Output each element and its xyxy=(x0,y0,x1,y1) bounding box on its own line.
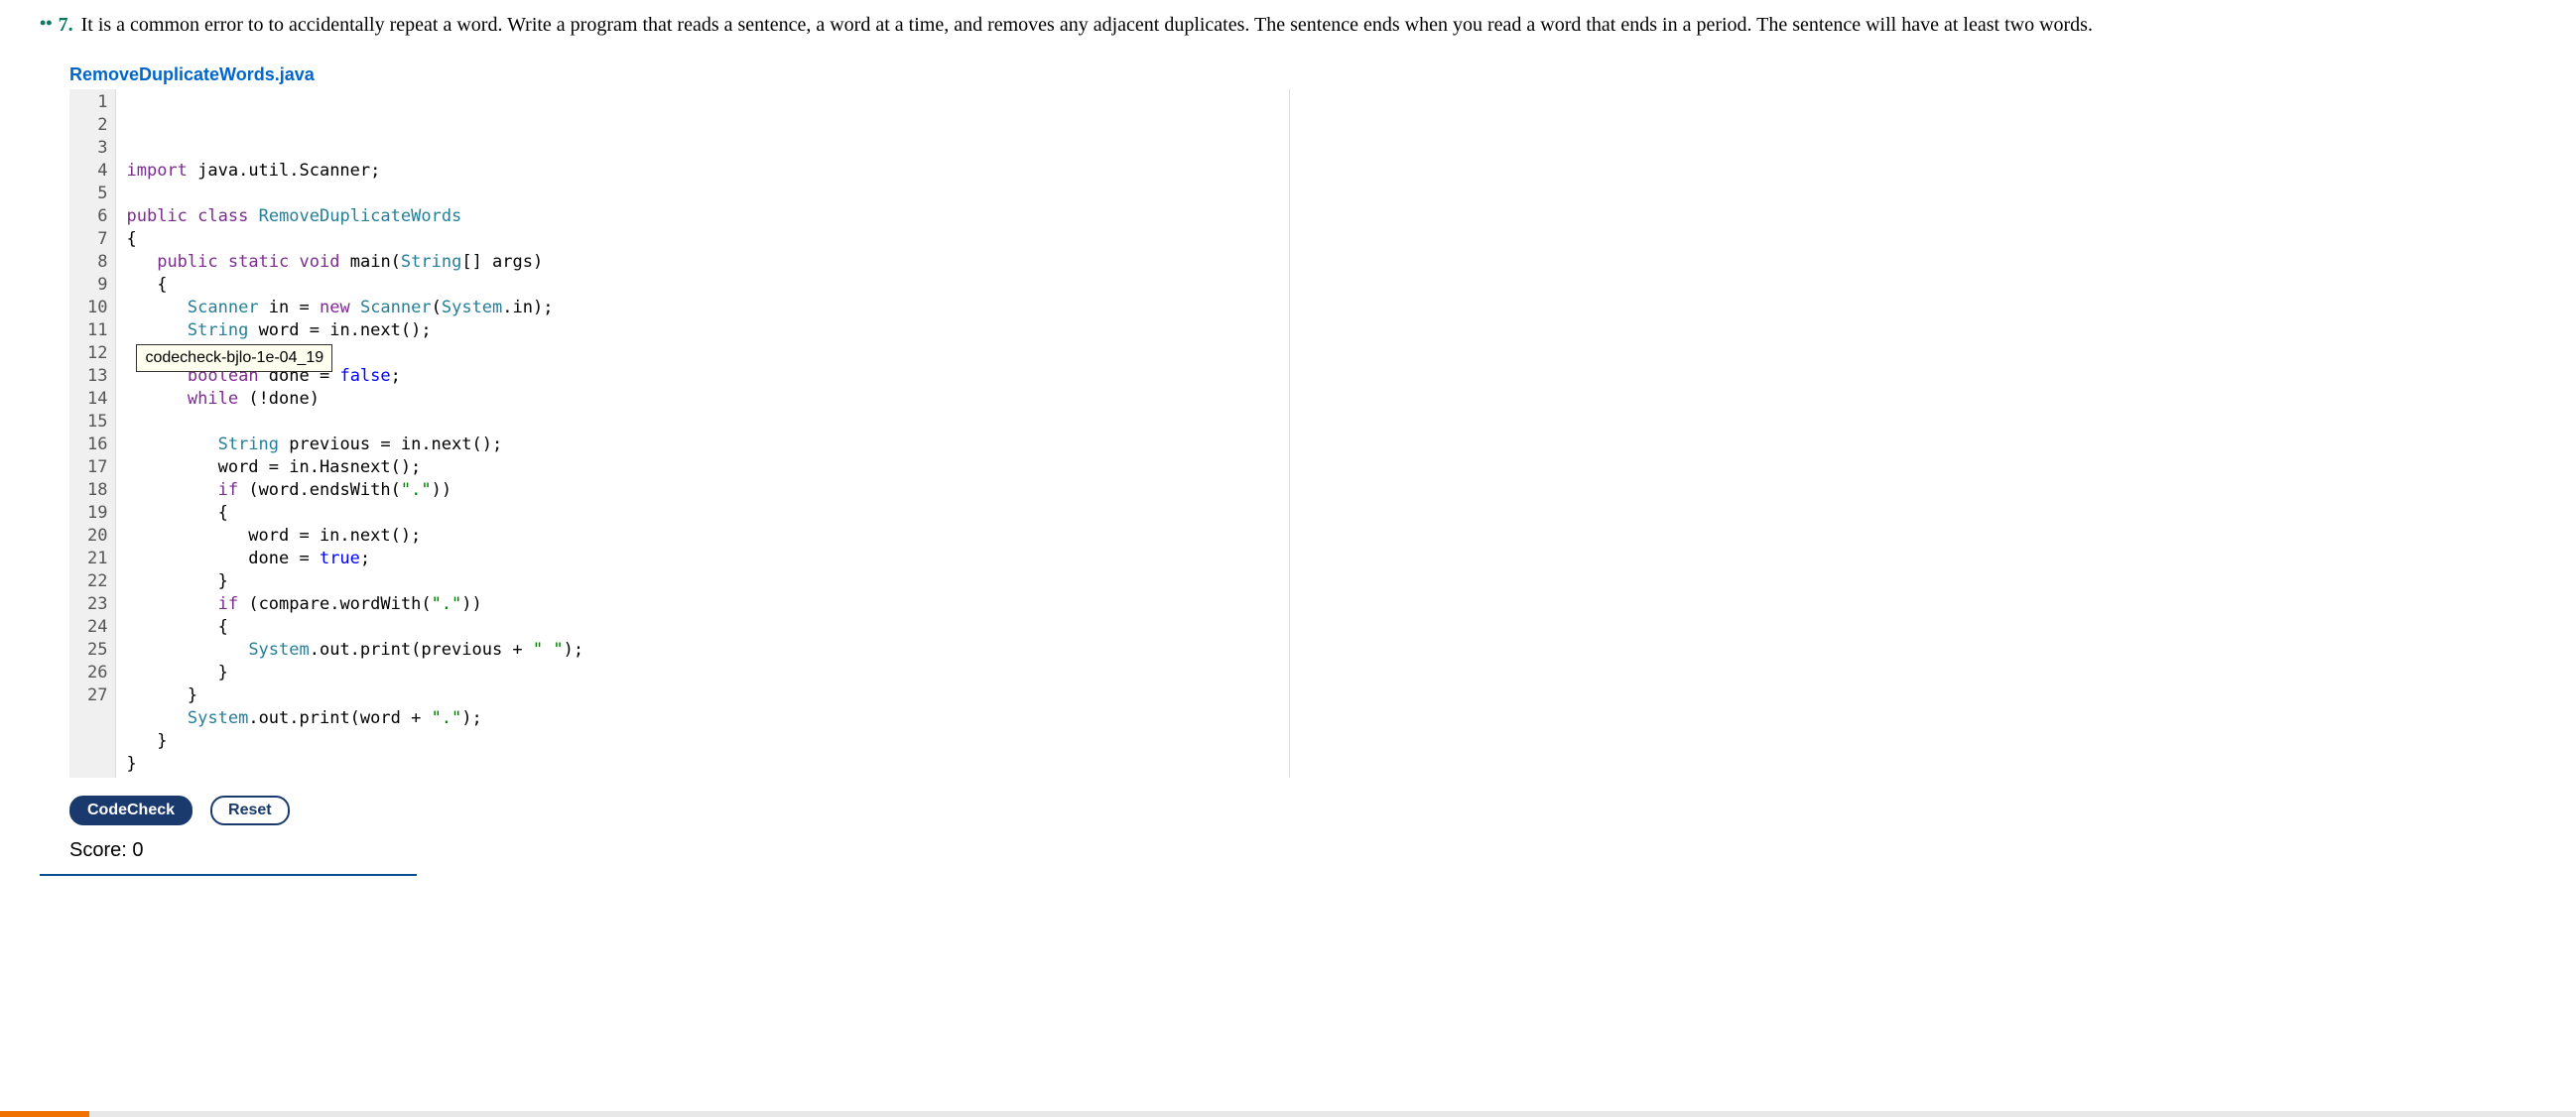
line-number: 18 xyxy=(87,479,107,502)
line-number: 27 xyxy=(87,684,107,707)
line-number: 6 xyxy=(87,205,107,228)
code-line[interactable]: Scanner in = new Scanner(System.in); xyxy=(126,297,1279,319)
line-number: 22 xyxy=(87,570,107,593)
code-line[interactable]: String word = in.next(); xyxy=(126,319,1279,342)
code-line[interactable] xyxy=(126,411,1279,434)
line-number: 11 xyxy=(87,319,107,342)
line-number: 7 xyxy=(87,228,107,251)
line-number: 17 xyxy=(87,456,107,479)
line-number: 2 xyxy=(87,114,107,137)
code-area[interactable]: codecheck-bjlo-1e-04_19 import java.util… xyxy=(116,89,1289,778)
line-number: 25 xyxy=(87,639,107,662)
code-line[interactable]: done = true; xyxy=(126,548,1279,570)
line-number-gutter: 1234567891011121314151617181920212223242… xyxy=(69,89,116,778)
line-number: 5 xyxy=(87,183,107,205)
code-line[interactable]: { xyxy=(126,228,1279,251)
line-number: 16 xyxy=(87,434,107,456)
code-line[interactable]: word = in.next(); xyxy=(126,525,1279,548)
code-line[interactable]: while (!done) xyxy=(126,388,1279,411)
code-line[interactable]: if (word.endsWith(".")) xyxy=(126,479,1279,502)
code-line[interactable]: } xyxy=(126,753,1279,776)
line-number: 21 xyxy=(87,548,107,570)
code-line[interactable]: { xyxy=(126,502,1279,525)
progress-bar xyxy=(0,1111,2576,1117)
line-number: 8 xyxy=(87,251,107,274)
line-number: 10 xyxy=(87,297,107,319)
line-number: 12 xyxy=(87,342,107,365)
code-line[interactable]: } xyxy=(126,570,1279,593)
code-line[interactable]: String previous = in.next(); xyxy=(126,434,1279,456)
line-number: 3 xyxy=(87,137,107,160)
code-line[interactable]: } xyxy=(126,662,1279,684)
tooltip: codecheck-bjlo-1e-04_19 xyxy=(136,344,332,372)
code-editor[interactable]: 1234567891011121314151617181920212223242… xyxy=(69,89,1290,778)
code-line[interactable]: { xyxy=(126,274,1279,297)
problem-number: 7. xyxy=(59,10,73,40)
line-number: 15 xyxy=(87,411,107,434)
section-divider xyxy=(40,874,794,876)
line-number: 20 xyxy=(87,525,107,548)
line-number: 23 xyxy=(87,593,107,616)
code-line[interactable]: } xyxy=(126,684,1279,707)
line-number: 13 xyxy=(87,365,107,388)
code-line[interactable] xyxy=(126,183,1279,205)
code-line[interactable]: { xyxy=(126,616,1279,639)
button-row: CodeCheck Reset xyxy=(69,796,2536,825)
code-line[interactable]: System.out.print(previous + " "); xyxy=(126,639,1279,662)
line-number: 24 xyxy=(87,616,107,639)
code-line[interactable]: } xyxy=(126,730,1279,753)
code-line[interactable]: public class RemoveDuplicateWords xyxy=(126,205,1279,228)
code-line[interactable]: if (compare.wordWith(".")) xyxy=(126,593,1279,616)
code-line[interactable]: import java.util.Scanner; xyxy=(126,160,1279,183)
code-line[interactable]: System.out.print(word + "."); xyxy=(126,707,1279,730)
score-label: Score: 0 xyxy=(69,839,2536,862)
problem-text: It is a common error to to accidentally … xyxy=(81,10,2093,40)
codecheck-button[interactable]: CodeCheck xyxy=(69,796,193,825)
line-number: 19 xyxy=(87,502,107,525)
line-number: 4 xyxy=(87,160,107,183)
problem-heading: •• 7. It is a common error to to acciden… xyxy=(40,10,2536,40)
line-number: 9 xyxy=(87,274,107,297)
filename-label: RemoveDuplicateWords.java xyxy=(69,64,2536,85)
reset-button[interactable]: Reset xyxy=(210,796,290,825)
progress-bar-fill xyxy=(0,1111,89,1117)
problem-bullets: •• xyxy=(40,10,53,37)
line-number: 26 xyxy=(87,662,107,684)
code-line[interactable]: public static void main(String[] args) xyxy=(126,251,1279,274)
line-number: 14 xyxy=(87,388,107,411)
line-number: 1 xyxy=(87,91,107,114)
code-line[interactable]: word = in.Hasnext(); xyxy=(126,456,1279,479)
